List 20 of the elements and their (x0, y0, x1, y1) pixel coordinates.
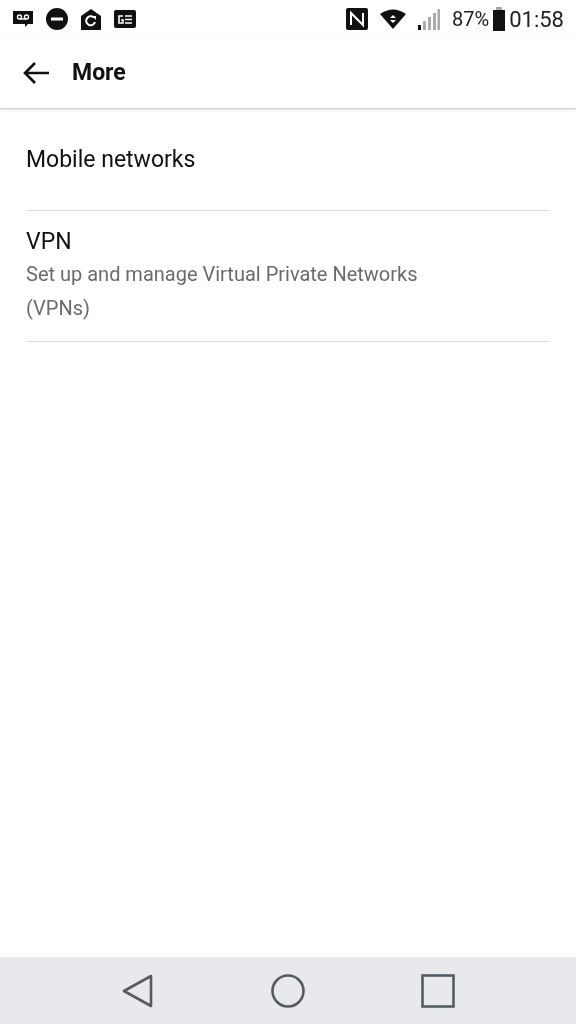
item-title: VPN (26, 227, 73, 257)
screen-title: More (72, 57, 126, 88)
do-not-disturb-icon (46, 8, 68, 30)
nfc-icon (346, 8, 369, 30)
voicemail-icon (12, 9, 34, 29)
home-circle-icon (271, 973, 305, 1008)
g-box-icon (114, 10, 136, 28)
item-summary: Set up and manage Virtual Private Networks (VPNs) (26, 261, 419, 322)
back-arrow-icon (22, 61, 50, 85)
settings-item[interactable]: VPN Set up and manage Virtual Private Networks (VPNs) (26, 211, 550, 342)
item-title: Mobile networks (26, 144, 197, 175)
square-icon (421, 973, 455, 1008)
settings-item[interactable]: Mobile networks (26, 109, 550, 211)
refresh-icon (80, 8, 102, 30)
wifi-icon (380, 9, 407, 29)
back-triangle-icon (122, 973, 154, 1008)
battery-icon (493, 7, 506, 31)
battery-percentage: 87% (452, 6, 490, 33)
clock: 01:58 (509, 5, 564, 34)
signal-icon (418, 8, 441, 30)
